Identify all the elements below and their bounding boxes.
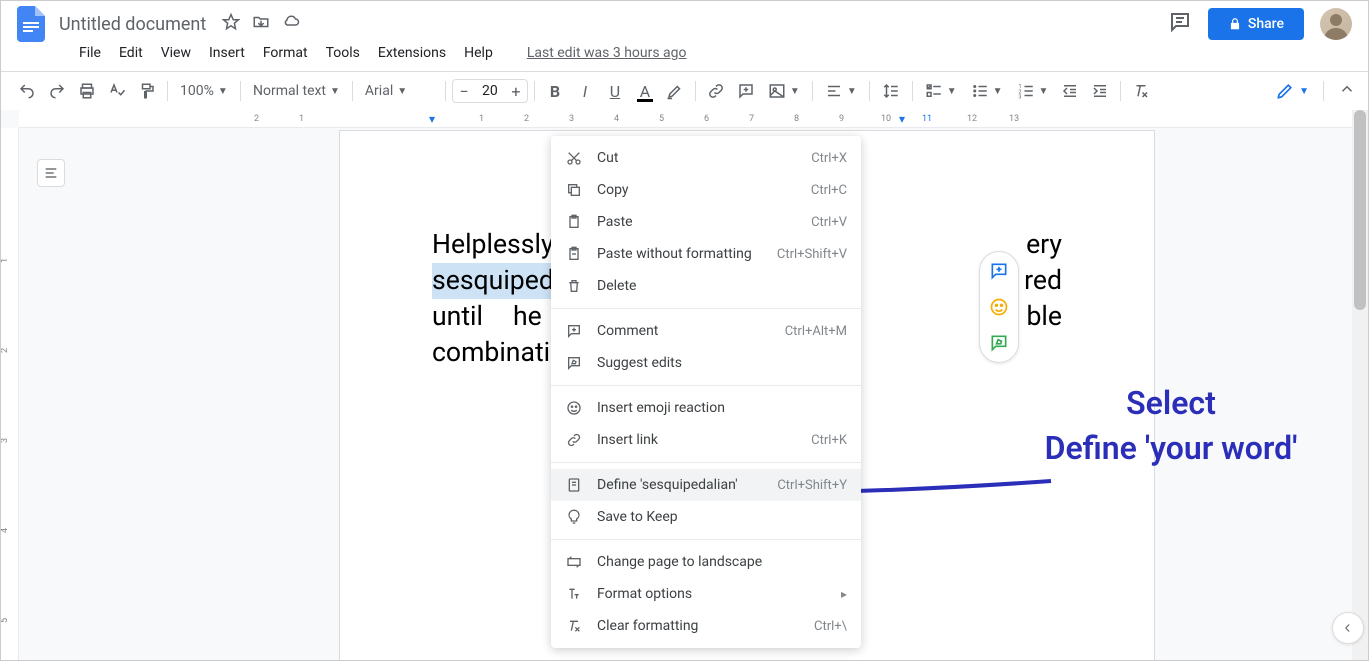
undo-button[interactable] — [13, 77, 41, 105]
redo-button[interactable] — [43, 77, 71, 105]
insert-link-button[interactable] — [702, 77, 730, 105]
cut-icon — [565, 150, 583, 166]
landscape-icon — [565, 554, 583, 570]
bullet-list-dropdown[interactable]: ▼ — [965, 80, 1009, 102]
avatar[interactable] — [1320, 8, 1352, 40]
toolbar: 100%▼ Normal text▼ Arial▼ − + B I U A ▼ … — [1, 71, 1368, 111]
indent-increase-button[interactable] — [1086, 77, 1114, 105]
underline-button[interactable]: U — [601, 77, 629, 105]
docs-logo[interactable] — [11, 4, 51, 44]
menu-extensions[interactable]: Extensions — [370, 41, 454, 65]
font-size-input[interactable] — [475, 83, 505, 99]
menu-file[interactable]: File — [71, 41, 109, 65]
context-keep[interactable]: Save to Keep — [551, 501, 861, 533]
context-define[interactable]: Define 'sesquipedalian'Ctrl+Shift+Y — [551, 469, 861, 501]
context-format-options[interactable]: Format options▸ — [551, 578, 861, 610]
last-edit-link[interactable]: Last edit was 3 hours ago — [519, 41, 695, 65]
context-cut[interactable]: CutCtrl+X — [551, 142, 861, 174]
copy-icon — [565, 182, 583, 198]
menu-view[interactable]: View — [153, 41, 199, 65]
svg-text:3: 3 — [1018, 95, 1021, 101]
font-size-increase[interactable]: + — [505, 80, 527, 102]
insert-image-dropdown[interactable]: ▼ — [762, 80, 806, 102]
expand-toolbar-button[interactable] — [1338, 80, 1356, 102]
context-delete[interactable]: Delete — [551, 270, 861, 302]
context-link[interactable]: Insert linkCtrl+K — [551, 424, 861, 456]
suggest-icon — [565, 355, 583, 371]
vertical-ruler[interactable]: 1 2 3 4 5 — [1, 128, 19, 660]
add-comment-side-button[interactable] — [988, 260, 1010, 282]
paint-format-button[interactable] — [133, 77, 161, 105]
title-bar: Untitled document Share — [1, 1, 1368, 39]
keep-icon — [565, 509, 583, 525]
share-button[interactable]: Share — [1208, 8, 1304, 40]
link-icon — [565, 432, 583, 448]
menu-tools[interactable]: Tools — [318, 41, 368, 65]
selected-text: sesquiped — [432, 263, 554, 299]
add-comment-button[interactable] — [732, 77, 760, 105]
menu-edit[interactable]: Edit — [111, 41, 151, 65]
format-options-icon — [565, 586, 583, 602]
font-dropdown[interactable]: Arial▼ — [359, 81, 439, 101]
text-color-button[interactable]: A — [631, 77, 659, 105]
clear-formatting-button[interactable] — [1127, 77, 1155, 105]
comment-icon — [565, 323, 583, 339]
document-title[interactable]: Untitled document — [59, 14, 206, 35]
spellcheck-button[interactable] — [103, 77, 131, 105]
add-emoji-side-button[interactable] — [988, 296, 1010, 318]
clear-format-icon — [565, 618, 583, 634]
italic-button[interactable]: I — [571, 77, 599, 105]
side-actions — [979, 251, 1019, 363]
menu-insert[interactable]: Insert — [201, 41, 253, 65]
share-label: Share — [1248, 16, 1284, 32]
emoji-icon — [565, 400, 583, 416]
context-menu: CutCtrl+X CopyCtrl+C PasteCtrl+V Paste w… — [551, 136, 861, 648]
bold-button[interactable]: B — [541, 77, 569, 105]
menu-format[interactable]: Format — [255, 41, 316, 65]
context-emoji[interactable]: Insert emoji reaction — [551, 392, 861, 424]
menu-help[interactable]: Help — [456, 41, 501, 65]
context-comment[interactable]: CommentCtrl+Alt+M — [551, 315, 861, 347]
suggest-edit-side-button[interactable] — [988, 332, 1010, 354]
context-suggest[interactable]: Suggest edits — [551, 347, 861, 379]
explore-button[interactable] — [1332, 612, 1364, 644]
paragraph-style-dropdown[interactable]: Normal text▼ — [247, 81, 346, 101]
outline-toggle-button[interactable] — [37, 159, 65, 187]
move-icon[interactable] — [252, 13, 270, 35]
context-clear-formatting[interactable]: Clear formattingCtrl+\ — [551, 610, 861, 642]
context-paste-plain[interactable]: Paste without formattingCtrl+Shift+V — [551, 238, 861, 270]
indent-decrease-button[interactable] — [1056, 77, 1084, 105]
menu-bar: File Edit View Insert Format Tools Exten… — [1, 39, 1368, 71]
zoom-dropdown[interactable]: 100%▼ — [174, 81, 234, 101]
checklist-dropdown[interactable]: ▼ — [919, 80, 963, 102]
paste-icon — [565, 214, 583, 230]
align-dropdown[interactable]: ▼ — [819, 80, 863, 102]
paste-plain-icon — [565, 246, 583, 262]
line-spacing-dropdown[interactable] — [876, 80, 906, 102]
editing-mode-dropdown[interactable]: ▼ — [1267, 77, 1317, 105]
horizontal-ruler[interactable]: 2 1 ▾ 1 2 3 4 5 6 7 8 9 10 ▾ 11 12 13 — [19, 110, 1368, 128]
print-button[interactable] — [73, 77, 101, 105]
define-icon — [565, 477, 583, 493]
submenu-arrow-icon: ▸ — [841, 587, 847, 601]
annotation-text: Select Define 'your word' — [1011, 381, 1331, 471]
highlight-button[interactable] — [661, 77, 689, 105]
context-landscape[interactable]: Change page to landscape — [551, 546, 861, 578]
cloud-icon[interactable] — [282, 13, 300, 35]
context-copy[interactable]: CopyCtrl+C — [551, 174, 861, 206]
delete-icon — [565, 278, 583, 294]
font-size-stepper[interactable]: − + — [452, 79, 528, 103]
scrollbar-thumb[interactable] — [1354, 110, 1366, 310]
numbered-list-dropdown[interactable]: 123▼ — [1011, 80, 1055, 102]
vertical-scrollbar[interactable] — [1352, 110, 1368, 660]
star-icon[interactable] — [222, 13, 240, 35]
font-size-decrease[interactable]: − — [453, 80, 475, 102]
context-paste[interactable]: PasteCtrl+V — [551, 206, 861, 238]
comments-history-icon[interactable] — [1168, 10, 1192, 38]
